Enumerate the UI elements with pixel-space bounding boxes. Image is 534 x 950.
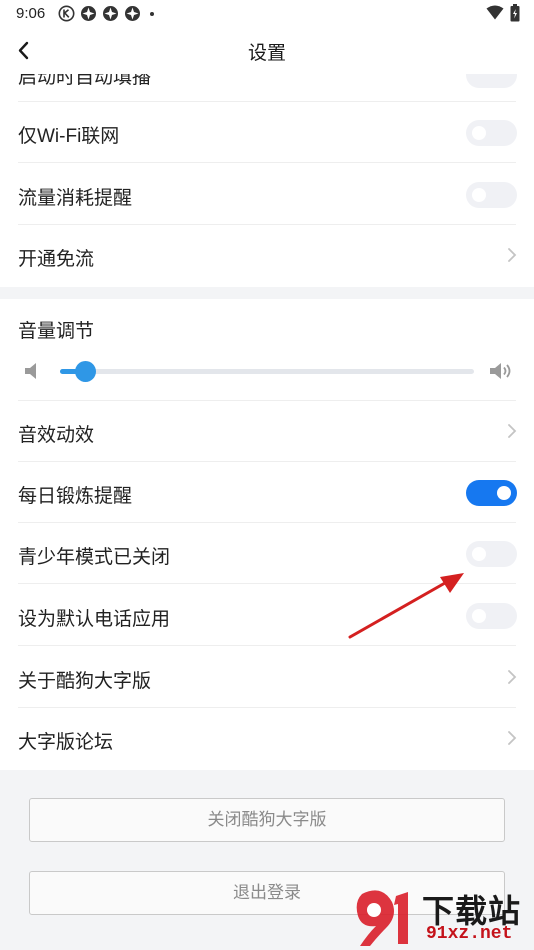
battery-icon [510, 4, 520, 22]
system-icons [486, 4, 520, 22]
partial-row-toggle[interactable] [466, 74, 517, 88]
volume-slider-track[interactable] [60, 361, 474, 382]
row-label: 大字版论坛 [18, 732, 114, 753]
kugou-k-icon [58, 5, 75, 22]
row-daily-exercise-reminder[interactable]: 每日锻炼提醒 [0, 462, 534, 523]
data-usage-reminder-toggle[interactable] [466, 182, 517, 208]
chevron-right-icon [508, 731, 517, 745]
row-label: 音效动效 [18, 425, 95, 446]
volume-high-icon[interactable] [488, 360, 516, 382]
chevron-right-icon [508, 670, 517, 684]
volume-slider-thumb[interactable] [74, 361, 96, 382]
watermark-logo [356, 890, 408, 946]
annotation-arrow [348, 573, 464, 639]
partial-row-label: 启动时自动填播 [18, 74, 152, 88]
teen-mode-toggle[interactable] [466, 541, 517, 567]
row-about[interactable]: 关于酷狗大字版 [0, 647, 534, 708]
row-data-usage-reminder[interactable]: 流量消耗提醒 [0, 164, 534, 225]
row-label: 设为默认电话应用 [18, 609, 171, 630]
status-time: 9:06 [16, 5, 46, 22]
chevron-right-icon [508, 424, 517, 438]
row-label: 关于酷狗大字版 [18, 671, 152, 692]
app-notification-icon [125, 6, 140, 21]
row-free-data[interactable]: 开通免流 [0, 225, 534, 286]
watermark: 下载站 91xz.net [356, 886, 530, 948]
volume-slider[interactable] [18, 351, 516, 391]
row-label: 流量消耗提醒 [18, 188, 133, 209]
page-title: 设置 [247, 43, 286, 64]
app-notification-icon [81, 6, 96, 21]
row-sound-effects[interactable]: 音效动效 [0, 401, 534, 462]
more-notifications-dot [150, 11, 154, 16]
row-label: 青少年模式已关闭 [18, 547, 171, 568]
volume-row: 音量调节 [0, 299, 534, 401]
wifi-only-toggle[interactable] [466, 120, 517, 146]
daily-exercise-reminder-toggle[interactable] [466, 480, 517, 506]
row-wifi-only[interactable]: 仅Wi-Fi联网 [0, 102, 534, 163]
chevron-right-icon [508, 248, 517, 262]
row-label: 仅Wi-Fi联网 [18, 126, 120, 147]
volume-label: 音量调节 [18, 321, 95, 342]
default-phone-app-toggle[interactable] [466, 603, 517, 629]
row-label: 开通免流 [18, 249, 95, 270]
section-gap [0, 287, 534, 299]
navigation-bar: 设置 [0, 28, 534, 74]
watermark-site: 91xz.net [426, 924, 513, 944]
network-settings-section: 启动时自动填播 仅Wi-Fi联网 流量消耗提醒 开通免流 [0, 74, 534, 287]
volume-low-icon[interactable] [22, 360, 44, 382]
status-bar: 9:06 [0, 0, 534, 28]
notification-icons [58, 5, 154, 22]
partial-row[interactable]: 启动时自动填播 [0, 74, 534, 102]
row-label: 每日锻炼提醒 [18, 486, 133, 507]
wifi-icon [486, 5, 504, 20]
close-app-button[interactable]: 关闭酷狗大字版 [29, 798, 505, 842]
general-settings-section: 音量调节 音效动效 每日锻炼提醒 青少年模式已关闭 设为默认电话应用 关于酷狗大… [0, 299, 534, 770]
row-forum[interactable]: 大字版论坛 [0, 708, 534, 769]
app-notification-icon [103, 6, 118, 21]
